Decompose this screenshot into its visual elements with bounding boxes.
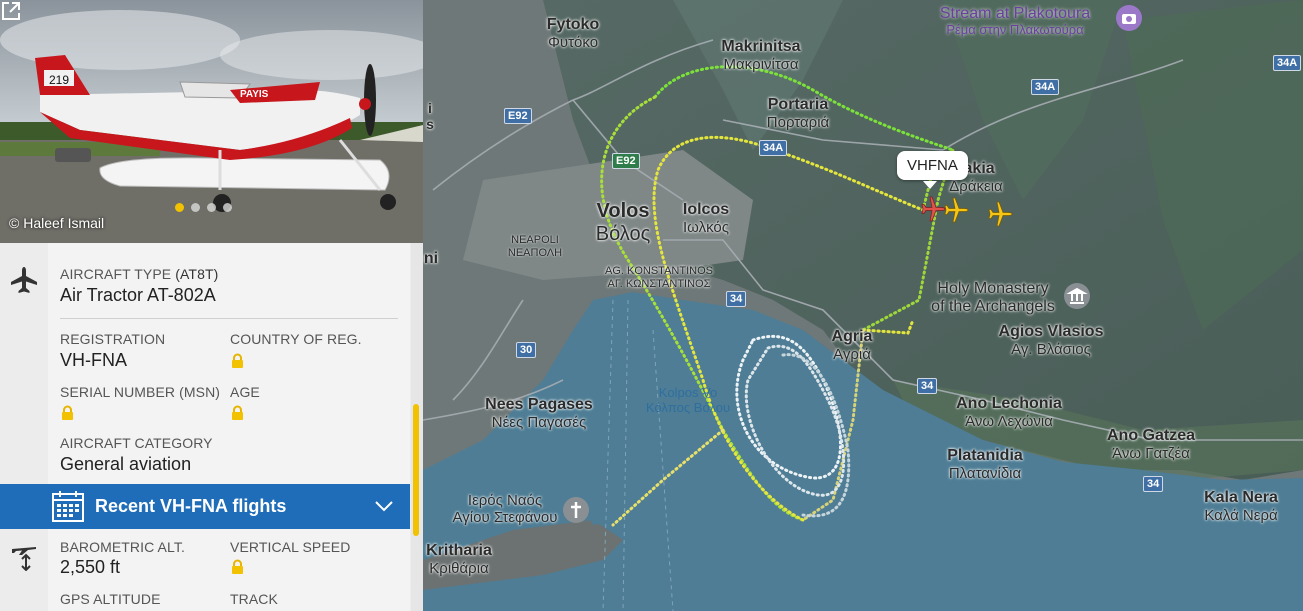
lock-icon[interactable] xyxy=(231,405,244,421)
lock-icon[interactable] xyxy=(231,353,244,369)
road-shield-34: 34 xyxy=(917,378,938,394)
place-label-ieros-naos: Ιερός Ναός Αγίου Στεφάνου xyxy=(452,492,558,527)
svg-text:PAYIS: PAYIS xyxy=(240,89,269,100)
aircraft-type-label: AIRCRAFT TYPE (AT8T) xyxy=(60,266,219,282)
flight-data-section: BAROMETRIC ALT. 2,550 ft VERTICAL SPEED … xyxy=(0,529,410,611)
photo-carousel-dots[interactable] xyxy=(175,203,232,212)
gps-altitude-label: GPS ALTITUDE xyxy=(60,591,161,607)
barometric-alt-value: 2,550 ft xyxy=(60,557,121,577)
monastery-icon[interactable] xyxy=(1063,282,1091,310)
place-label-ano-gatzea: Ano Gatzea Άνω Γατζέα xyxy=(1106,427,1196,463)
callsign-pointer xyxy=(923,181,937,189)
place-label-fytoko: Fytoko Φυτόκο xyxy=(546,16,600,52)
place-label-nees-pagases: Nees Pagases Νέες Παγασές xyxy=(485,396,593,432)
place-label-makrinitsa: Makrinitsa Μακρινίτσα xyxy=(721,38,801,74)
aircraft-icon[interactable] xyxy=(943,197,969,223)
serial-label: SERIAL NUMBER (MSN) xyxy=(60,384,221,400)
category-value: General aviation xyxy=(60,454,192,474)
aircraft-details-section: AIRCRAFT TYPE (AT8T) Air Tractor AT-802A… xyxy=(0,243,410,484)
place-label-kritharia: Kritharia Κριθάρια xyxy=(426,542,492,578)
svg-text:219: 219 xyxy=(49,73,69,87)
road-shield-30: 30 xyxy=(516,342,537,358)
altitude-icon xyxy=(12,547,36,571)
road-shield-34a: 34A xyxy=(1273,55,1302,71)
aircraft-callsign-label[interactable]: VHFNA xyxy=(897,151,968,180)
road-shield-34a: 34A xyxy=(1031,79,1060,95)
place-label-agios-vlasios: Agios Vlasios Αγ. Βλάσιος xyxy=(998,323,1104,359)
airplane-icon xyxy=(11,267,37,293)
divider xyxy=(60,318,398,319)
road-shield-e92: E92 xyxy=(504,108,532,124)
place-label-kala-nera: Kala Nera Καλά Νερά xyxy=(1204,489,1278,525)
place-label-holy-monastery: Holy Monastery of the Archangels xyxy=(931,280,1055,316)
road-shield-34a: 34A xyxy=(759,140,788,156)
aircraft-type-value: Air Tractor AT-802A xyxy=(60,285,216,305)
photo-credit: © Haleef Ismail xyxy=(9,215,105,231)
place-label-edge-2: i s xyxy=(426,100,434,133)
aircraft-photo[interactable]: 219 FNA PAYIS © Haleef Ismail xyxy=(0,0,423,243)
place-label-ano-lechonia: Ano Lechonia Άνω Λεχώνια xyxy=(956,395,1062,431)
registration-value: VH-FNA xyxy=(60,350,127,370)
road-shield-34: 34 xyxy=(1143,476,1164,492)
place-label-volos: Volos Βόλος xyxy=(595,200,651,245)
category-label: AIRCRAFT CATEGORY xyxy=(60,435,213,451)
carousel-dot[interactable] xyxy=(175,203,184,212)
svg-text:FNA: FNA xyxy=(60,93,85,107)
place-label-neapoli: NEAPOLI ΝΕΑΠΟΛΗ xyxy=(507,234,563,259)
vertical-speed-label: VERTICAL SPEED xyxy=(230,539,351,555)
recent-flights-toggle[interactable]: Recent VH-FNA flights xyxy=(0,484,410,529)
lock-icon[interactable] xyxy=(231,559,244,575)
camera-poi-icon[interactable] xyxy=(1115,4,1143,32)
place-label-kolpos-volou: Kolpos Vo Κόλπος Βόλου xyxy=(645,385,731,415)
chevron-down-icon xyxy=(375,501,393,512)
place-label-agria: Agria Αγριά xyxy=(831,328,873,364)
place-label-ag-konstantinos: AG. KONSTANTINOS ΑΓ. ΚΩΝΣΤΑΝΤΙΝΟΣ xyxy=(605,265,713,290)
scrollbar-thumb[interactable] xyxy=(413,404,419,536)
external-link-icon[interactable] xyxy=(0,0,22,22)
carousel-dot[interactable] xyxy=(191,203,200,212)
place-label-stream-plakotoura: Stream at Plakotoura Ρέμα στην Πλακωτούρα xyxy=(939,5,1091,38)
barometric-alt-label: BAROMETRIC ALT. xyxy=(60,539,185,555)
aircraft-info-panel: 219 FNA PAYIS © Haleef Ismail AIRCRAFT T… xyxy=(0,0,423,611)
registration-label: REGISTRATION xyxy=(60,331,166,347)
flight-map[interactable]: E92 E92 34A 34A 34 34 34 34A 30 Fytoko Φυ… xyxy=(423,0,1303,611)
calendar-icon xyxy=(52,491,84,522)
place-label-platanidia: Platanidia Πλατανίδια xyxy=(947,447,1023,483)
carousel-dot[interactable] xyxy=(223,203,232,212)
road-shield-e92: E92 xyxy=(612,153,640,169)
lock-icon[interactable] xyxy=(61,405,74,421)
church-icon[interactable] xyxy=(562,496,590,524)
place-label-edge: ni xyxy=(423,250,439,267)
place-label-iolcos: Iolcos Ιωλκός xyxy=(682,201,730,237)
track-label: TRACK xyxy=(230,591,278,607)
country-label: COUNTRY OF REG. xyxy=(230,331,362,347)
aircraft-icon[interactable] xyxy=(987,201,1013,227)
recent-flights-label: Recent VH-FNA flights xyxy=(95,496,287,516)
place-label-portaria: Portaria Πορταριά xyxy=(766,96,830,132)
carousel-dot[interactable] xyxy=(207,203,216,212)
age-label: AGE xyxy=(230,384,260,400)
road-shield-34: 34 xyxy=(726,291,747,307)
